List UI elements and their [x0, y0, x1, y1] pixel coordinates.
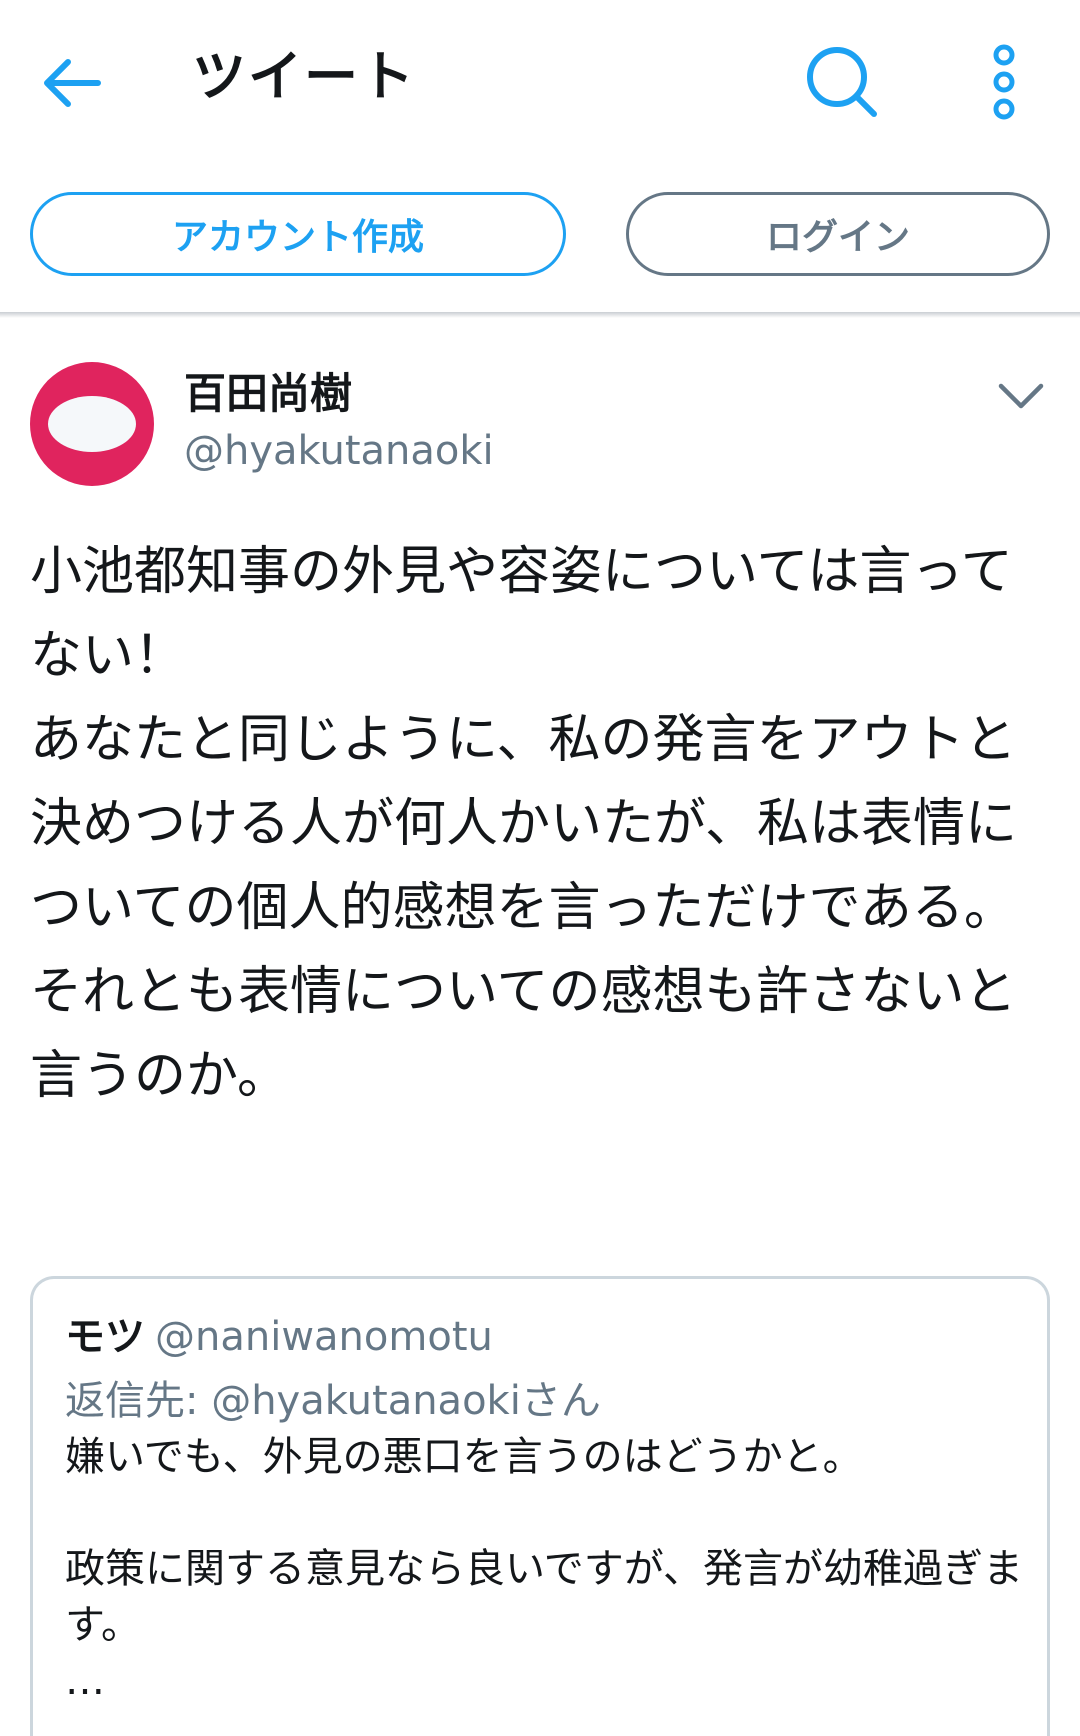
app-header: ツイート — [0, 0, 1080, 160]
author-name[interactable]: 百田尚樹 — [184, 366, 352, 422]
author-handle[interactable]: @hyakutanaoki — [184, 424, 494, 478]
more-vertical-icon — [993, 44, 1015, 120]
chevron-down-icon — [998, 383, 1044, 409]
quote-author-handle: @naniwanomotu — [155, 1314, 493, 1360]
arrow-left-icon — [44, 59, 101, 107]
quote-author-name: モツ — [65, 1314, 145, 1360]
more-options-button[interactable] — [986, 44, 1022, 120]
search-button[interactable] — [804, 44, 880, 120]
login-button[interactable]: ログイン — [626, 192, 1050, 276]
search-icon — [807, 47, 877, 117]
tweet-options-button[interactable] — [996, 376, 1046, 416]
quote-text: 嫌いでも、外見の悪口を言うのはどうかと。 政策に関する意見なら良いですが、発言が… — [65, 1434, 1023, 1704]
create-account-button[interactable]: アカウント作成 — [30, 192, 566, 276]
quote-reply-to: 返信先: @hyakutanaokiさん — [65, 1378, 601, 1424]
header-divider — [0, 312, 1080, 318]
quote-author-line: モツ @naniwanomotu — [65, 1309, 1047, 1373]
back-button[interactable] — [38, 48, 108, 118]
tweet-text: 小池都知事の外見や容姿については言ってない！ あなたと同じように、私の発言をアウ… — [30, 542, 1017, 1106]
avatar[interactable] — [30, 362, 154, 486]
auth-buttons: アカウント作成 ログイン — [0, 190, 1080, 290]
page-title: ツイート — [192, 45, 416, 108]
quoted-tweet[interactable]: モツ @naniwanomotu 返信先: @hyakutanaokiさん 嫌いで… — [30, 1276, 1050, 1736]
avatar-shape — [48, 396, 136, 452]
